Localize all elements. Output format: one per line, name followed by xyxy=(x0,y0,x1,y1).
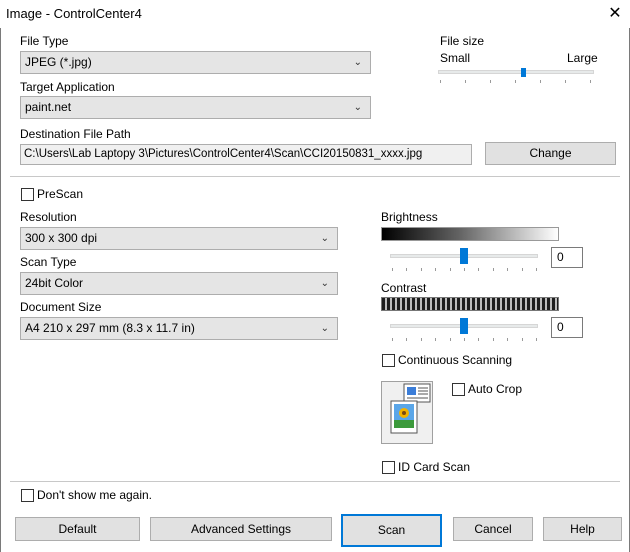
change-button[interactable]: Change xyxy=(485,142,616,165)
contrast-pattern-bar xyxy=(381,297,559,311)
file-size-max-label: Large xyxy=(567,51,598,65)
contrast-tick xyxy=(536,338,537,341)
brightness-tick xyxy=(522,268,523,271)
scan-type-value: 24bit Color xyxy=(25,276,84,290)
file-size-slider-thumb[interactable] xyxy=(521,68,526,77)
chevron-down-icon: ⌄ xyxy=(320,278,329,289)
file-size-tick xyxy=(490,80,491,83)
target-application-label: Target Application xyxy=(20,80,115,94)
brightness-tick xyxy=(421,268,422,271)
default-button[interactable]: Default xyxy=(15,517,140,541)
dont-show-checkbox[interactable] xyxy=(21,489,34,502)
target-application-value: paint.net xyxy=(25,100,72,114)
scan-button[interactable]: Scan xyxy=(341,514,442,547)
continuous-scanning-label: Continuous Scanning xyxy=(398,353,513,367)
id-card-scan-label: ID Card Scan xyxy=(398,460,471,474)
brightness-tick xyxy=(493,268,494,271)
contrast-tick xyxy=(406,338,407,341)
brightness-tick xyxy=(464,268,465,271)
target-application-select[interactable]: paint.net ⌄ xyxy=(20,96,371,119)
close-icon[interactable]: ✕ xyxy=(602,2,628,26)
id-card-scan-checkbox[interactable] xyxy=(382,461,395,474)
contrast-label: Contrast xyxy=(381,281,427,295)
brightness-label: Brightness xyxy=(381,210,438,224)
file-size-tick xyxy=(515,80,516,83)
scan-type-select[interactable]: 24bit Color ⌄ xyxy=(20,272,338,295)
contrast-tick xyxy=(493,338,494,341)
prescan-checkbox[interactable] xyxy=(21,188,34,201)
contrast-value-field[interactable]: 0 xyxy=(551,317,583,338)
file-size-label: File size xyxy=(440,34,485,48)
brightness-tick xyxy=(478,268,479,271)
brightness-tick xyxy=(406,268,407,271)
destination-path-field[interactable]: C:\Users\Lab Laptopy 3\Pictures\ControlC… xyxy=(20,144,472,165)
document-size-select[interactable]: A4 210 x 297 mm (8.3 x 11.7 in) ⌄ xyxy=(20,317,338,340)
photo-preview-graphic xyxy=(390,383,431,434)
continuous-scanning-checkbox[interactable] xyxy=(382,354,395,367)
file-size-slider-track[interactable] xyxy=(438,70,594,74)
auto-crop-label: Auto Crop xyxy=(468,382,523,396)
document-size-value: A4 210 x 297 mm (8.3 x 11.7 in) xyxy=(25,321,195,335)
contrast-tick xyxy=(421,338,422,341)
brightness-slider-thumb[interactable] xyxy=(460,248,468,264)
chevron-down-icon: ⌄ xyxy=(320,323,329,334)
contrast-tick xyxy=(450,338,451,341)
document-size-label: Document Size xyxy=(20,300,102,314)
help-button[interactable]: Help xyxy=(543,517,622,541)
file-size-tick xyxy=(540,80,541,83)
window-title: Image - ControlCenter4 xyxy=(6,6,142,21)
dont-show-label: Don't show me again. xyxy=(37,488,153,502)
window-border-left xyxy=(0,28,1,552)
contrast-tick xyxy=(392,338,393,341)
resolution-label: Resolution xyxy=(20,210,77,224)
cancel-button[interactable]: Cancel xyxy=(453,517,533,541)
contrast-slider-thumb[interactable] xyxy=(460,318,468,334)
file-type-value: JPEG (*.jpg) xyxy=(25,55,92,69)
prescan-label: PreScan xyxy=(37,187,84,201)
file-type-select[interactable]: JPEG (*.jpg) ⌄ xyxy=(20,51,371,74)
brightness-tick xyxy=(507,268,508,271)
contrast-tick xyxy=(464,338,465,341)
brightness-gradient-bar xyxy=(381,227,559,241)
auto-crop-checkbox[interactable] xyxy=(452,383,465,396)
brightness-tick xyxy=(536,268,537,271)
divider-bottom xyxy=(10,481,620,482)
resolution-select[interactable]: 300 x 300 dpi ⌄ xyxy=(20,227,338,250)
divider-top xyxy=(10,176,620,177)
brightness-tick xyxy=(392,268,393,271)
chevron-down-icon: ⌄ xyxy=(353,57,362,68)
file-size-tick xyxy=(590,80,591,83)
scan-type-label: Scan Type xyxy=(20,255,77,269)
contrast-tick xyxy=(507,338,508,341)
file-size-tick xyxy=(465,80,466,83)
advanced-settings-button[interactable]: Advanced Settings xyxy=(150,517,332,541)
resolution-value: 300 x 300 dpi xyxy=(25,231,98,245)
brightness-tick xyxy=(435,268,436,271)
file-size-tick xyxy=(565,80,566,83)
chevron-down-icon: ⌄ xyxy=(353,102,362,113)
photo-preview-icon xyxy=(381,381,433,444)
brightness-value-field[interactable]: 0 xyxy=(551,247,583,268)
contrast-tick xyxy=(478,338,479,341)
contrast-tick xyxy=(435,338,436,341)
contrast-tick xyxy=(522,338,523,341)
file-type-label: File Type xyxy=(20,34,69,48)
brightness-tick xyxy=(450,268,451,271)
file-size-min-label: Small xyxy=(440,51,471,65)
chevron-down-icon: ⌄ xyxy=(320,233,329,244)
destination-label: Destination File Path xyxy=(20,127,131,141)
file-size-tick xyxy=(440,80,441,83)
